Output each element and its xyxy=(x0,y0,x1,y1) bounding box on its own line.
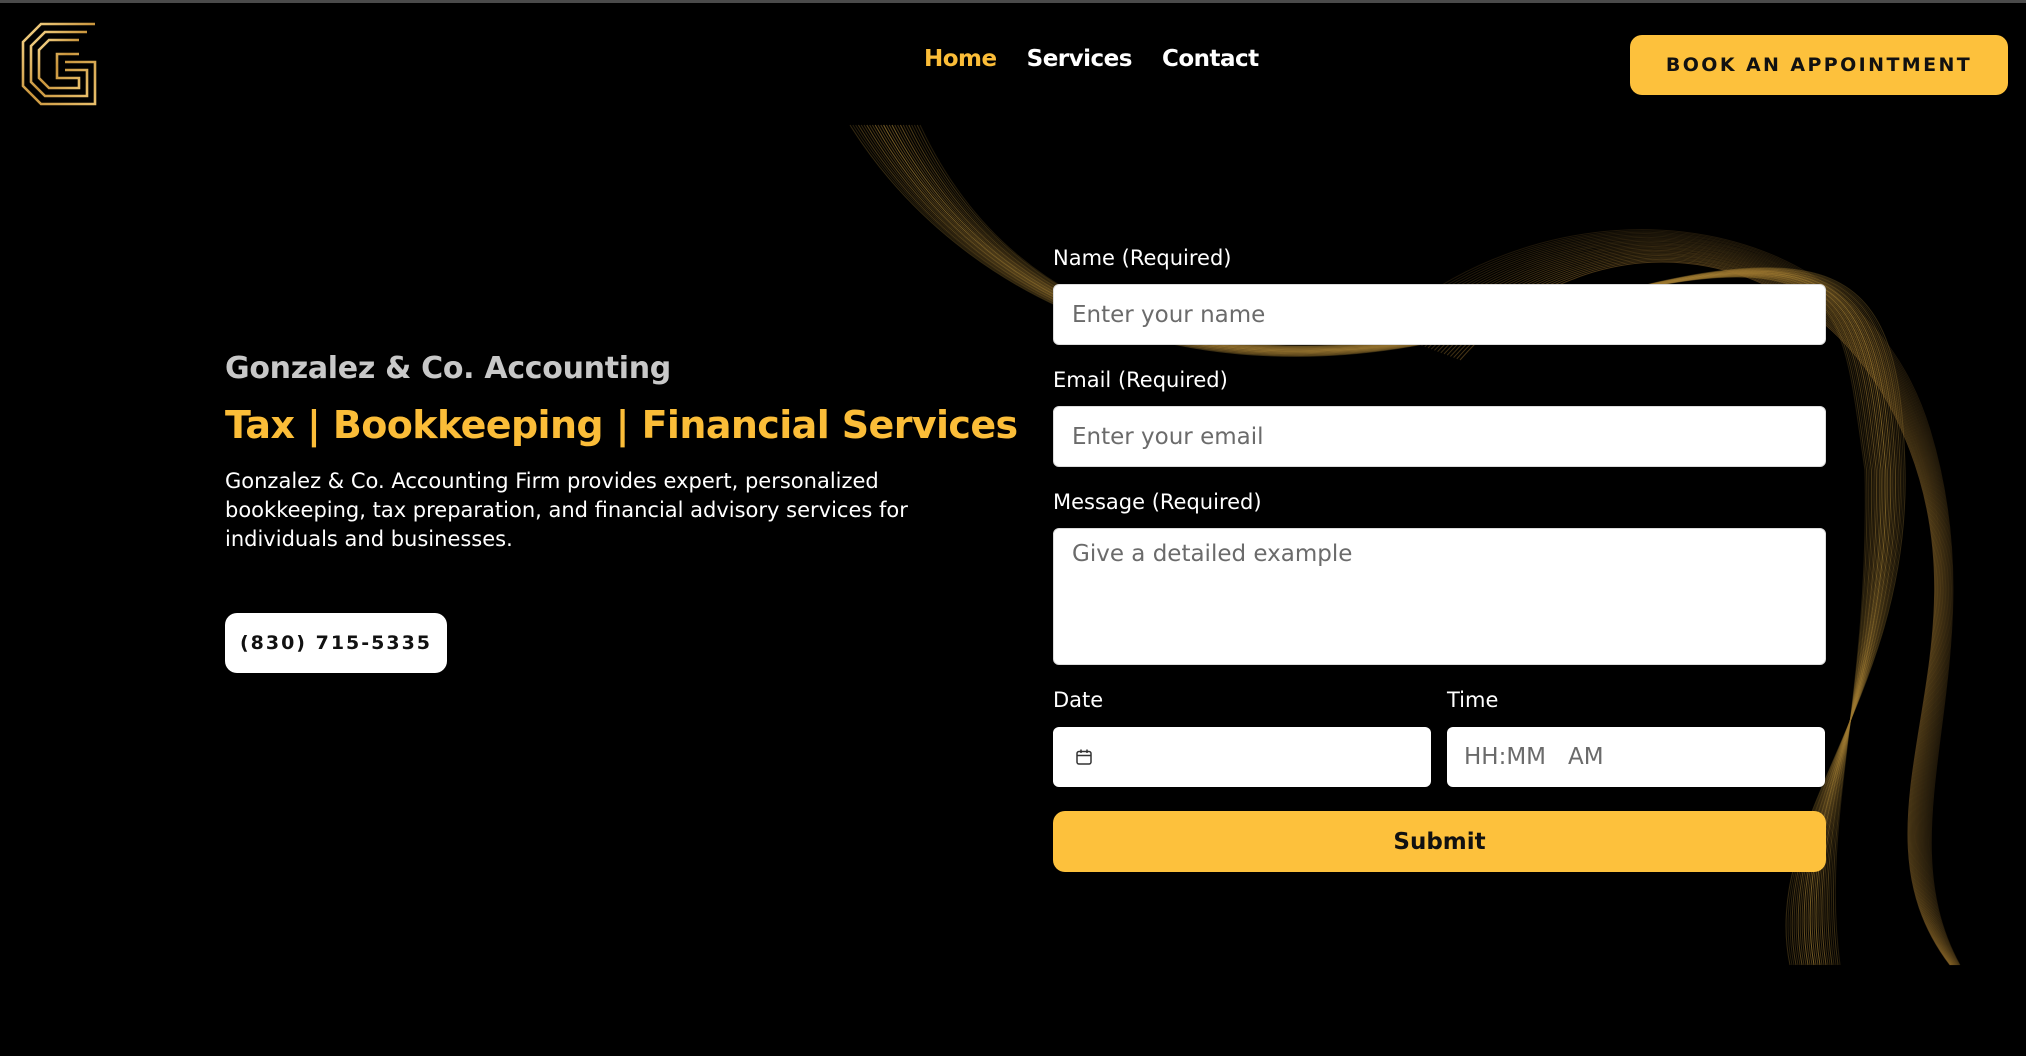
message-label: Message (Required) xyxy=(1053,490,1262,514)
time-period[interactable]: AM xyxy=(1568,744,1604,770)
message-textarea[interactable] xyxy=(1053,528,1826,665)
hero-description: Gonzalez & Co. Accounting Firm provides … xyxy=(225,469,908,551)
phone-button[interactable]: (830) 715-5335 xyxy=(225,613,447,673)
email-label: Email (Required) xyxy=(1053,368,1228,392)
date-input[interactable] xyxy=(1053,727,1431,787)
name-input[interactable] xyxy=(1053,284,1826,345)
hero-tagline: Tax | Bookkeeping | Financial Services xyxy=(225,403,1018,447)
time-label: Time xyxy=(1447,688,1499,712)
company-name: Gonzalez & Co. Accounting xyxy=(225,351,671,386)
email-input[interactable] xyxy=(1053,406,1826,467)
date-label: Date xyxy=(1053,688,1104,712)
time-hours-minutes[interactable]: HH:MM xyxy=(1464,744,1546,770)
submit-button[interactable]: Submit xyxy=(1053,811,1826,872)
nav-services[interactable]: Services xyxy=(1027,46,1133,72)
name-label: Name (Required) xyxy=(1053,246,1232,270)
book-appointment-button[interactable]: BOOK AN APPOINTMENT xyxy=(1630,35,2008,95)
gonzalez-g-logo-icon[interactable] xyxy=(21,22,97,106)
nav-contact[interactable]: Contact xyxy=(1162,46,1259,72)
top-border xyxy=(0,0,2026,3)
calendar-icon[interactable] xyxy=(1075,748,1093,766)
main-nav: Home Services Contact xyxy=(924,46,1259,72)
page: Home Services Contact BOOK AN APPOINTMEN… xyxy=(0,0,2026,1056)
nav-home[interactable]: Home xyxy=(924,46,997,72)
time-input[interactable]: HH:MM AM xyxy=(1447,727,1825,787)
